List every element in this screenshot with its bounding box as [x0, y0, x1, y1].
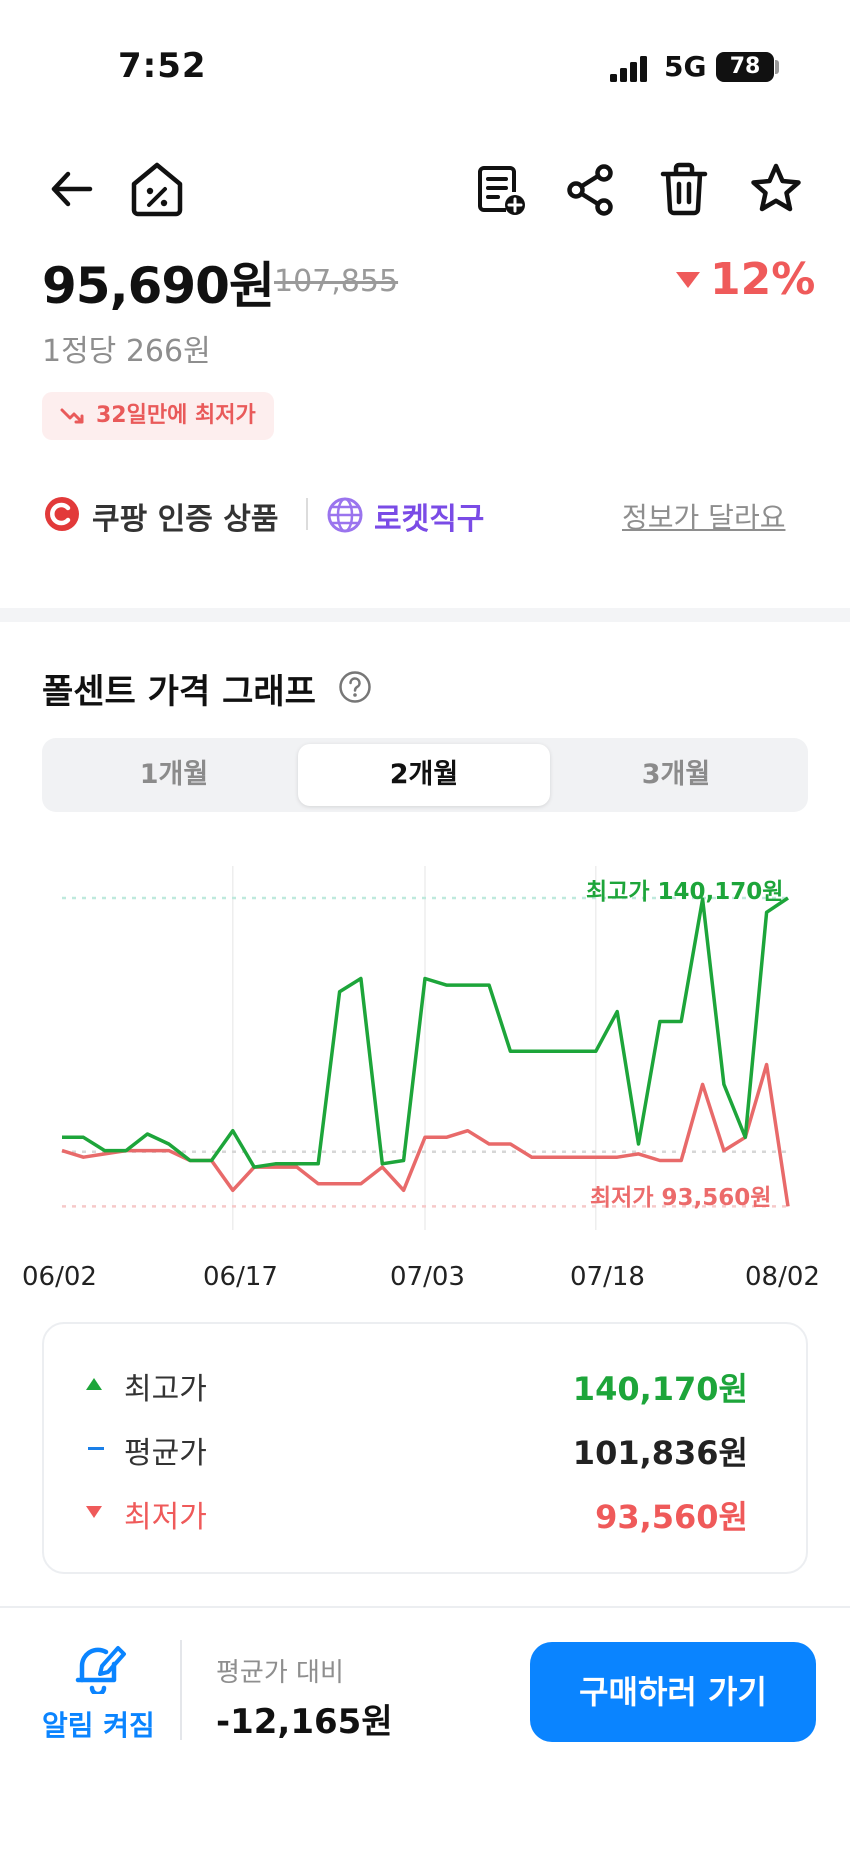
cert-divider: [306, 498, 308, 530]
up-triangle-icon: [86, 1378, 102, 1390]
price-tag-home-icon[interactable]: [128, 160, 186, 218]
status-time: 7:52: [118, 46, 207, 86]
summary-high-label: 최고가: [124, 1372, 207, 1407]
chart-vertical-gridlines: [232, 866, 597, 1230]
back-arrow-icon[interactable]: [46, 164, 96, 214]
summary-avg-label: 평균가: [124, 1436, 207, 1471]
x-tick-label: 07/03: [390, 1262, 465, 1292]
x-tick-label: 06/17: [203, 1262, 278, 1292]
lowest-price-badge: 32일만에 최저가: [42, 392, 274, 440]
tab-3-months[interactable]: 3개월: [550, 744, 802, 806]
trend-down-icon: [60, 408, 84, 424]
down-triangle-icon: [676, 272, 700, 288]
report-wrong-info-link[interactable]: 정보가 달라요: [622, 496, 785, 536]
summary-low-label: 최저가: [124, 1500, 207, 1535]
chart-low-label: 최저가 93,560원: [590, 1185, 772, 1211]
compare-avg-label: 평균가 대비: [216, 1658, 344, 1688]
compare-avg-value: -12,165원: [216, 1702, 393, 1742]
globe-icon: [327, 497, 363, 533]
coupang-logo-icon: [45, 497, 79, 531]
rocket-overseas-label[interactable]: 로켓직구: [374, 494, 484, 538]
down-triangle-icon: [86, 1506, 102, 1518]
discount-percent: 12%: [710, 254, 816, 305]
trash-icon[interactable]: [660, 162, 708, 216]
tab-1-month[interactable]: 1개월: [48, 744, 300, 806]
original-price: 107,855: [274, 264, 399, 299]
signal-icon: [610, 56, 647, 82]
dash-icon: [88, 1447, 104, 1450]
graph-title: 폴센트 가격 그래프: [42, 672, 316, 712]
period-tabs: 1개월 2개월 3개월: [42, 738, 808, 812]
chart-high-label: 최고가 140,170원: [586, 879, 784, 905]
x-tick-label: 08/02: [745, 1262, 820, 1292]
bottom-divider: [180, 1640, 182, 1740]
help-icon[interactable]: [338, 670, 372, 704]
x-tick-label: 07/18: [570, 1262, 645, 1292]
current-price: 95,690원: [42, 257, 275, 315]
star-icon[interactable]: [748, 162, 804, 216]
summary-low-value: 93,560원: [595, 1498, 748, 1536]
x-tick-label: 06/02: [22, 1262, 97, 1292]
tab-2-months[interactable]: 2개월: [298, 744, 550, 806]
bell-edit-icon[interactable]: [72, 1642, 128, 1694]
share-icon[interactable]: [566, 164, 616, 216]
network-type: 5G: [664, 50, 707, 83]
badge-text: 32일만에 최저가: [96, 403, 256, 428]
summary-high-value: 140,170원: [572, 1370, 748, 1408]
alarm-toggle-label[interactable]: 알림 켜짐: [42, 1704, 155, 1744]
add-list-icon[interactable]: [474, 164, 528, 218]
certified-product-label: 쿠팡 인증 상품: [92, 502, 279, 537]
summary-avg-value: 101,836원: [572, 1434, 748, 1472]
battery-tip: [775, 60, 779, 74]
battery-level: 78: [716, 52, 774, 82]
section-divider: [0, 608, 850, 622]
buy-button[interactable]: 구매하러 가기: [530, 1642, 816, 1742]
unit-price: 1정당 266원: [42, 334, 211, 369]
